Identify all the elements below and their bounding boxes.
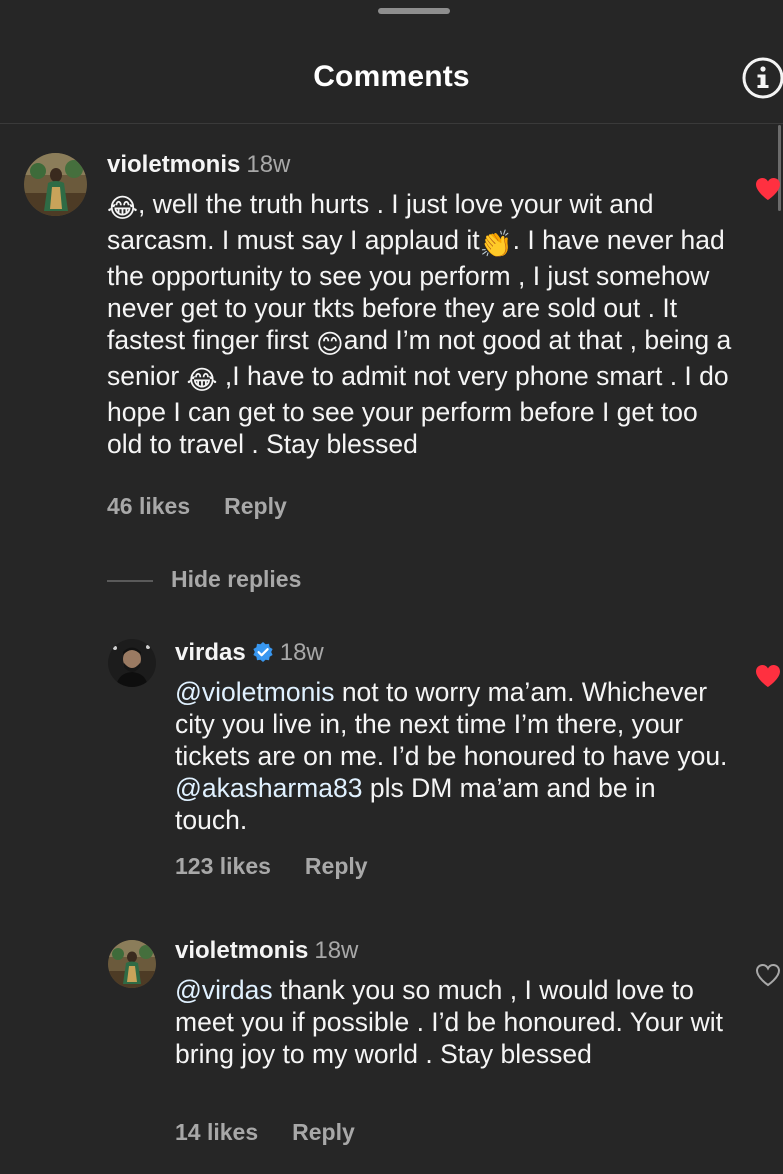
likes-count[interactable]: 46 likes (107, 493, 190, 519)
mention-link[interactable]: @violetmonis (175, 677, 334, 707)
reply-meta: violetmonis 18w (175, 937, 358, 965)
comments-header: Comments (0, 0, 783, 124)
comment-meta: violetmonis 18w (107, 151, 290, 179)
comment-actions: 46 likes Reply (107, 493, 287, 520)
reply-button[interactable]: Reply (292, 1119, 355, 1145)
comments-sheet: Comments violetmonis 18w 😂, well the tru… (0, 0, 783, 1174)
reply-username[interactable]: violetmonis (175, 937, 308, 964)
page-title: Comments (313, 60, 470, 93)
reply-username[interactable]: virdas (175, 639, 246, 666)
avatar[interactable] (24, 153, 87, 216)
comment-text: 😂, well the truth hurts . I just love yo… (107, 189, 732, 459)
likes-count[interactable]: 123 likes (175, 853, 271, 879)
avatar[interactable] (108, 639, 156, 687)
avatar[interactable] (108, 940, 156, 988)
tears-of-joy-emoji-icon: 😂 (107, 193, 138, 223)
hide-replies-button[interactable]: Hide replies (107, 566, 301, 593)
comment-timestamp: 18w (246, 151, 291, 178)
smiling-face-emoji-icon: 😊 (316, 329, 344, 359)
heart-outline-icon[interactable] (755, 963, 781, 987)
comment-username[interactable]: violetmonis (107, 151, 240, 178)
reply-text: @virdas thank you so much , I would love… (175, 975, 724, 1069)
tears-of-joy-emoji-icon: 😂 (186, 365, 218, 395)
mention-link[interactable]: @virdas (175, 975, 273, 1005)
reply-button[interactable]: Reply (305, 853, 368, 879)
reply-text: @violetmonis not to worry ma’am. Whichev… (175, 677, 728, 835)
reply-button[interactable]: Reply (224, 493, 287, 519)
clapping-hands-emoji-icon: 👏 (479, 229, 513, 259)
reply-actions: 14 likes Reply (175, 1119, 355, 1146)
reply-timestamp: 18w (314, 937, 359, 964)
verified-badge-icon (252, 641, 274, 670)
heart-filled-icon[interactable] (755, 177, 781, 201)
info-icon[interactable] (741, 56, 783, 100)
divider-line (107, 579, 153, 582)
reply-meta: virdas 18w (175, 639, 324, 670)
likes-count[interactable]: 14 likes (175, 1119, 258, 1145)
mention-link[interactable]: @akasharma83 (175, 773, 362, 803)
reply-timestamp: 18w (279, 639, 324, 666)
reply-actions: 123 likes Reply (175, 853, 368, 880)
heart-filled-icon[interactable] (755, 664, 781, 688)
